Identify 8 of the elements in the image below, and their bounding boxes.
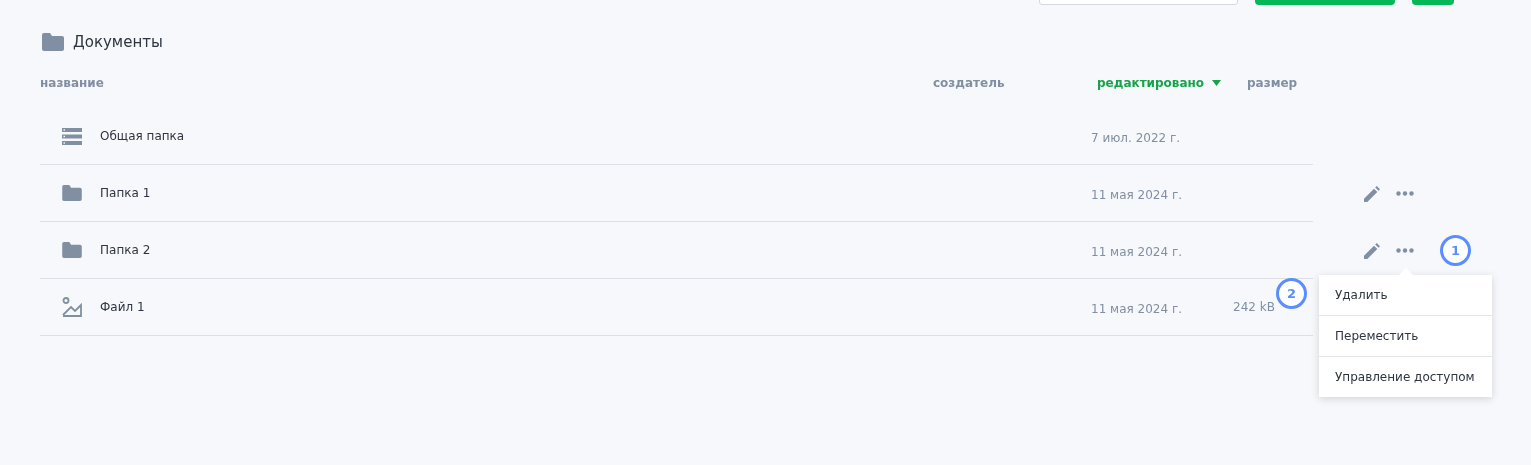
callout-marker: 2 bbox=[1276, 278, 1307, 309]
folder-title: Документы bbox=[73, 33, 163, 51]
edited-date: 11 мая 2024 г. bbox=[1091, 187, 1182, 202]
edited-date: 11 мая 2024 г. bbox=[1091, 301, 1182, 316]
edited-date: 7 июл. 2022 г. bbox=[1091, 130, 1181, 145]
callout-marker: 1 bbox=[1440, 235, 1471, 266]
file-size: 242 kB bbox=[1233, 300, 1275, 314]
edited-date: 11 мая 2024 г. bbox=[1091, 244, 1182, 259]
